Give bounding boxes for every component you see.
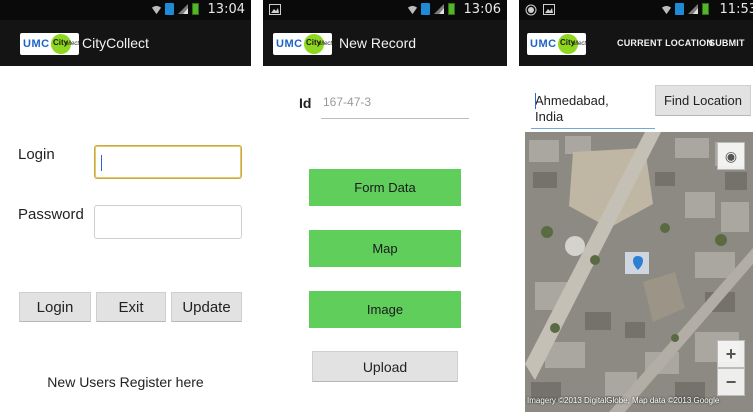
gps-notification-icon	[525, 4, 537, 16]
status-time: 11:53	[719, 2, 753, 17]
map-screen: 11:53 UMC City ollect CURRENT LOCATION S…	[519, 0, 753, 412]
map-button[interactable]: Map	[309, 230, 461, 267]
status-icons	[151, 3, 199, 15]
zoom-in-icon[interactable]: +	[717, 340, 745, 368]
action-bar: UMC City ollect CityCollect	[0, 20, 251, 66]
login-input[interactable]	[94, 145, 242, 179]
sim-icon	[675, 3, 684, 15]
my-location-icon[interactable]: ◉	[717, 142, 745, 170]
logo-subtext: ollect	[572, 41, 586, 47]
id-label: Id	[299, 95, 312, 111]
action-bar: UMC City ollect CURRENT LOCATION SUBMIT	[519, 20, 753, 66]
location-input[interactable]: Ahmedabad, India	[535, 93, 635, 125]
signal-icon	[434, 4, 444, 14]
notification-icons	[269, 4, 281, 15]
find-location-button[interactable]: Find Location	[655, 85, 751, 116]
sim-icon	[165, 3, 174, 15]
logo-subtext: ollect	[65, 41, 79, 47]
status-bar: 13:04	[0, 0, 251, 20]
exit-button[interactable]: Exit	[96, 292, 166, 322]
app-logo: UMC City ollect	[273, 33, 332, 55]
logo-text: UMC	[530, 38, 557, 50]
map-attribution: Imagery ©2013 DigitalGlobe, Map data ©20…	[527, 396, 720, 405]
logo-subtext: ollect	[318, 41, 332, 47]
status-time: 13:04	[207, 2, 245, 17]
sim-icon	[421, 3, 430, 15]
app-title: CityCollect	[82, 35, 149, 51]
logo-text: UMC	[276, 38, 303, 50]
battery-icon	[702, 3, 709, 15]
status-time: 13:06	[463, 2, 501, 17]
status-icons	[407, 3, 455, 15]
text-cursor	[535, 93, 536, 109]
battery-icon	[192, 3, 199, 15]
wifi-icon	[407, 5, 418, 14]
status-bar: 13:06	[263, 0, 507, 20]
action-bar: UMC City ollect New Record	[263, 20, 507, 66]
zoom-out-icon[interactable]: −	[717, 368, 745, 396]
id-field-underline	[321, 118, 469, 119]
logo-text: UMC	[23, 38, 50, 50]
image-button[interactable]: Image	[309, 291, 461, 328]
login-screen: 13:04 UMC City ollect CityCollect Login …	[0, 0, 251, 412]
app-logo: UMC City ollect	[20, 33, 79, 55]
password-label: Password	[18, 206, 84, 223]
app-logo: UMC City ollect	[527, 33, 586, 55]
signal-icon	[688, 4, 698, 14]
battery-icon	[448, 3, 455, 15]
register-link[interactable]: New Users Register here	[0, 374, 251, 390]
notification-icons	[525, 4, 555, 16]
location-input-underline	[531, 128, 655, 129]
signal-icon	[178, 4, 188, 14]
status-bar: 11:53	[519, 0, 753, 20]
login-label: Login	[18, 146, 55, 163]
login-button[interactable]: Login	[19, 292, 91, 322]
app-title: New Record	[339, 35, 417, 51]
wifi-icon	[151, 5, 162, 14]
new-record-screen: 13:06 UMC City ollect New Record Id 167-…	[263, 0, 507, 412]
text-cursor	[101, 155, 102, 171]
status-icons	[661, 3, 709, 15]
password-input[interactable]	[94, 205, 242, 239]
submit-action[interactable]: SUBMIT	[709, 38, 745, 48]
id-field[interactable]: 167-47-3	[323, 95, 371, 109]
upload-button[interactable]: Upload	[312, 351, 458, 382]
image-notification-icon	[269, 4, 281, 15]
current-location-action[interactable]: CURRENT LOCATION	[617, 38, 713, 48]
update-button[interactable]: Update	[171, 292, 242, 322]
form-data-button[interactable]: Form Data	[309, 169, 461, 206]
wifi-icon	[661, 5, 672, 14]
image-notification-icon	[543, 4, 555, 15]
